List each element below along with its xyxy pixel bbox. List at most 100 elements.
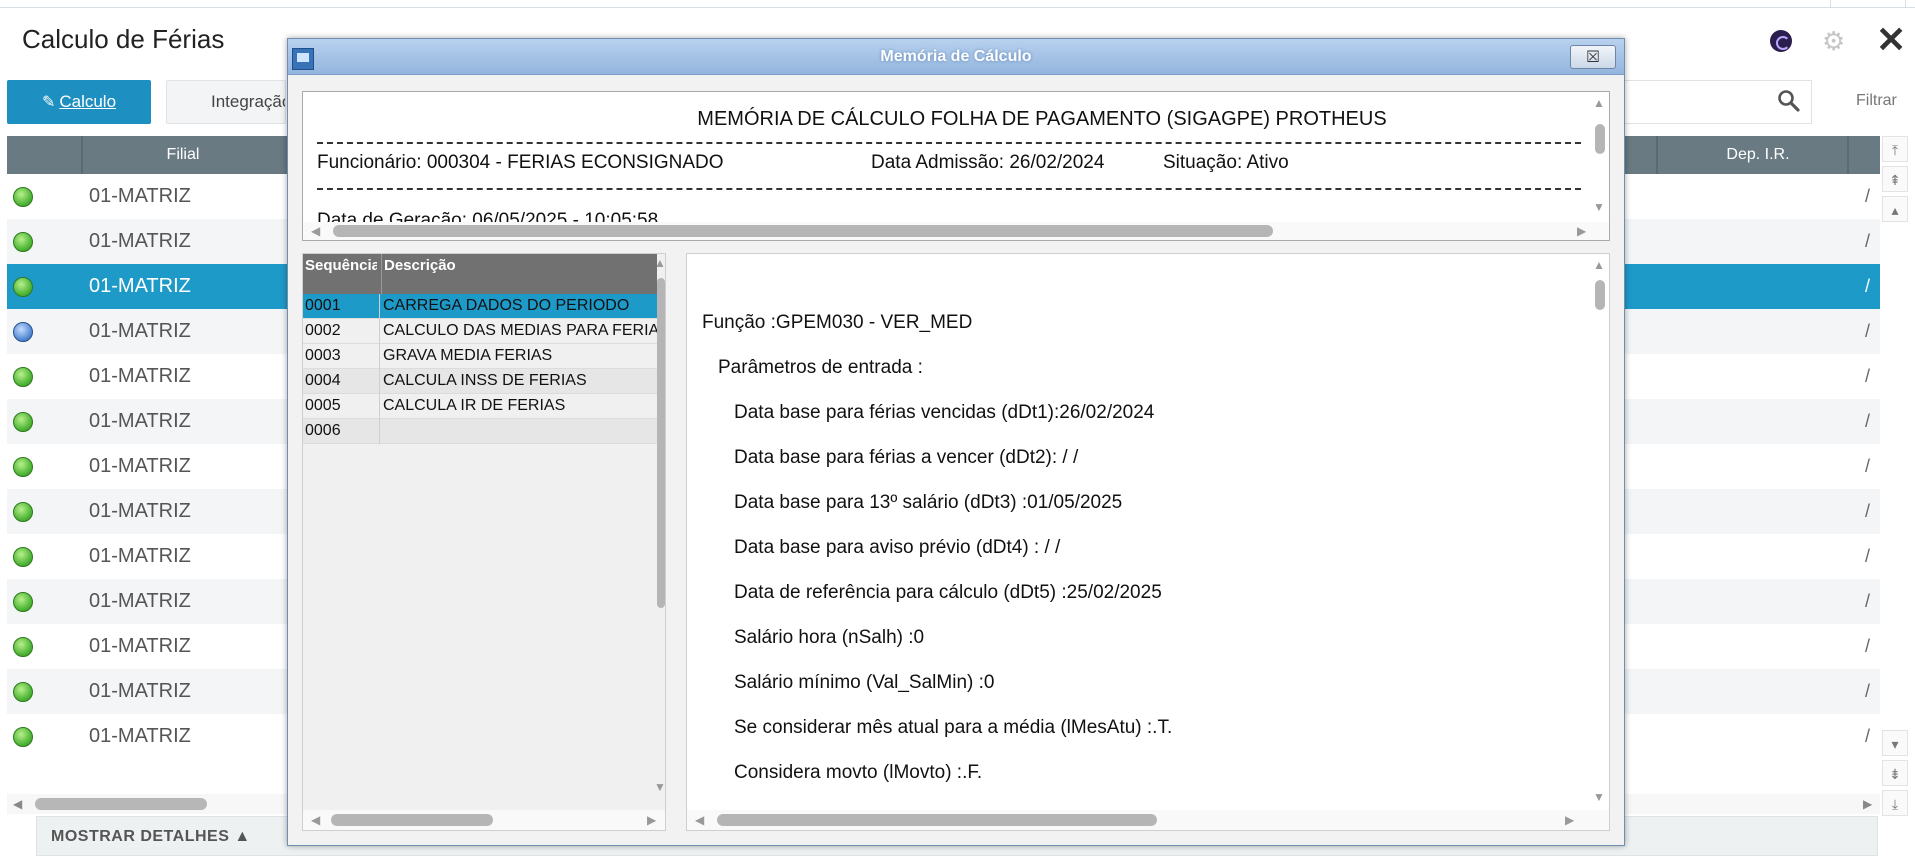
integracao-button[interactable]: Integração — [166, 80, 286, 124]
filial-cell: 01-MATRIZ — [89, 230, 191, 252]
column-header-descricao[interactable]: Descrição — [381, 254, 655, 294]
situacao-text: Situação: Ativo — [1163, 152, 1289, 173]
status-green-icon — [13, 637, 33, 657]
scroll-right-icon[interactable]: ▶ — [1863, 794, 1872, 814]
sequence-cell: 0002 — [305, 322, 341, 339]
filial-cell: 01-MATRIZ — [89, 410, 191, 432]
scroll-down-icon[interactable]: ▾ — [1882, 730, 1908, 756]
sequence-row[interactable]: 0002 CALCULO DAS MEDIAS PARA FERIAS — [303, 319, 657, 344]
status-green-icon — [13, 277, 33, 297]
sequence-row[interactable]: 0005 CALCULA IR DE FERIAS — [303, 394, 657, 419]
calculo-button[interactable]: ✎ Calculo — [7, 80, 151, 124]
sequence-cell: 0006 — [305, 422, 341, 439]
strip-tick — [1830, 0, 1831, 8]
scroll-thumb[interactable] — [1595, 124, 1605, 154]
search-icon[interactable] — [1776, 88, 1802, 114]
status-green-icon — [13, 547, 33, 567]
scroll-down-icon[interactable]: ▼ — [1593, 200, 1605, 214]
status-green-icon — [13, 727, 33, 747]
grid-vertical-scrollbar[interactable]: ⤒ ⇞ ▴ ▾ ⇟ ⤓ — [1882, 136, 1908, 816]
description-cell: CARREGA DADOS DO PERIODO — [383, 297, 630, 314]
param-line: Se considerar mês atual para a média (lM… — [734, 717, 1173, 738]
status-green-icon — [13, 412, 33, 432]
scroll-left-icon[interactable]: ◀ — [311, 222, 320, 240]
dep-ir-cell: / — [1865, 456, 1871, 476]
scroll-left-icon[interactable]: ◀ — [13, 794, 22, 814]
memoria-calculo-dialog: Memória de Cálculo ⮽ MEMÓRIA DE CÁLCULO … — [287, 38, 1625, 846]
sequence-panel: Sequência Descrição 0001 CARREGA DADOS D… — [302, 253, 666, 831]
column-header-filial[interactable]: Filial — [83, 136, 283, 174]
filial-cell: 01-MATRIZ — [89, 680, 191, 702]
detail-text-panel: Função :GPEM030 - VER_MED Parâmetros de … — [686, 253, 1610, 831]
report-header-panel: MEMÓRIA DE CÁLCULO FOLHA DE PAGAMENTO (S… — [302, 91, 1610, 241]
cell-divider — [379, 369, 380, 394]
scroll-up-icon[interactable]: ▲ — [654, 256, 666, 270]
scroll-left-icon[interactable]: ◀ — [311, 810, 320, 830]
scroll-up-icon[interactable]: ▴ — [1882, 196, 1908, 222]
param-line: Data de referência para cálculo (dDt5) :… — [734, 582, 1162, 603]
filial-cell: 01-MATRIZ — [89, 275, 191, 297]
close-icon[interactable]: ✕ — [1876, 22, 1906, 58]
cell-divider — [379, 344, 380, 369]
sequence-table-header: Sequência Descrição — [303, 254, 657, 294]
cell-divider — [379, 394, 380, 419]
dep-ir-cell: / — [1865, 321, 1871, 341]
dep-ir-cell: / — [1865, 186, 1871, 206]
param-line: Salário hora (nSalh) :0 — [734, 627, 925, 648]
filtrar-link[interactable]: Filtrar — [1856, 92, 1897, 110]
scroll-down-icon[interactable]: ▼ — [654, 780, 666, 794]
chevron-up-icon: ▲ — [234, 828, 251, 845]
scroll-thumb[interactable] — [657, 278, 665, 608]
sequence-horizontal-scrollbar[interactable]: ◀ ▶ — [303, 810, 665, 830]
cell-divider — [379, 319, 380, 344]
cell-divider — [379, 419, 380, 444]
scroll-thumb[interactable] — [331, 814, 493, 826]
funcao-text: Função :GPEM030 - VER_MED — [702, 312, 973, 333]
scroll-thumb[interactable] — [717, 814, 1157, 826]
gear-icon[interactable]: ⚙ — [1822, 28, 1845, 54]
pencil-icon: ✎ — [41, 94, 56, 111]
dialog-titlebar[interactable]: Memória de Cálculo ⮽ — [288, 39, 1624, 75]
memo-horizontal-scrollbar[interactable]: ◀ ▶ — [303, 222, 1609, 240]
dep-ir-cell: / — [1865, 591, 1871, 611]
status-green-icon — [13, 367, 33, 387]
scroll-thumb[interactable] — [1595, 280, 1605, 310]
status-green-icon — [13, 502, 33, 522]
dep-ir-cell: / — [1865, 366, 1871, 386]
calculo-label: Calculo — [59, 92, 117, 111]
scroll-right-icon[interactable]: ▶ — [1565, 810, 1574, 830]
sequence-cell: 0005 — [305, 397, 341, 414]
scroll-thumb[interactable] — [35, 798, 207, 810]
sequence-row[interactable]: 0006 — [303, 419, 657, 444]
column-header-sequencia[interactable]: Sequência — [305, 254, 377, 294]
dep-ir-cell: / — [1865, 726, 1871, 746]
detail-horizontal-scrollbar[interactable]: ◀ ▶ — [687, 810, 1609, 830]
memo-vertical-scrollbar[interactable]: ▲ ▼ — [1591, 92, 1609, 222]
status-green-icon — [13, 457, 33, 477]
detail-vertical-scrollbar[interactable]: ▲ ▼ — [1591, 254, 1609, 810]
scroll-down-icon[interactable]: ▼ — [1593, 790, 1605, 804]
sequence-row[interactable]: 0004 CALCULA INSS DE FERIAS — [303, 369, 657, 394]
filial-cell: 01-MATRIZ — [89, 500, 191, 522]
column-header-dep-ir[interactable]: Dep. I.R. — [1658, 136, 1858, 174]
scroll-up-icon[interactable]: ▲ — [1593, 96, 1605, 110]
scroll-bottom-icon[interactable]: ⤓ — [1882, 790, 1908, 816]
sequence-vertical-scrollbar[interactable]: ▲ ▼ — [654, 254, 666, 800]
scroll-page-up-icon[interactable]: ⇞ — [1882, 166, 1908, 192]
scroll-left-icon[interactable]: ◀ — [695, 810, 704, 830]
scroll-top-icon[interactable]: ⤒ — [1882, 136, 1908, 162]
scroll-page-down-icon[interactable]: ⇟ — [1882, 760, 1908, 786]
filial-cell: 01-MATRIZ — [89, 545, 191, 567]
scroll-right-icon[interactable]: ▶ — [1577, 222, 1586, 240]
scroll-up-icon[interactable]: ▲ — [1593, 258, 1605, 272]
scroll-thumb[interactable] — [333, 225, 1273, 237]
sequence-row[interactable]: 0003 GRAVA MEDIA FERIAS — [303, 344, 657, 369]
dialog-close-button[interactable]: ⮽ — [1570, 45, 1616, 69]
description-cell: GRAVA MEDIA FERIAS — [383, 347, 553, 364]
sequence-row-selected[interactable]: 0001 CARREGA DADOS DO PERIODO — [303, 294, 657, 319]
scroll-right-icon[interactable]: ▶ — [647, 810, 656, 830]
app-logo-icon[interactable] — [1770, 30, 1792, 52]
param-line: Data base para férias vencidas (dDt1):26… — [734, 402, 1155, 423]
filial-cell: 01-MATRIZ — [89, 185, 191, 207]
show-details-button[interactable]: MOSTRAR DETALHES ▲ — [51, 817, 251, 856]
